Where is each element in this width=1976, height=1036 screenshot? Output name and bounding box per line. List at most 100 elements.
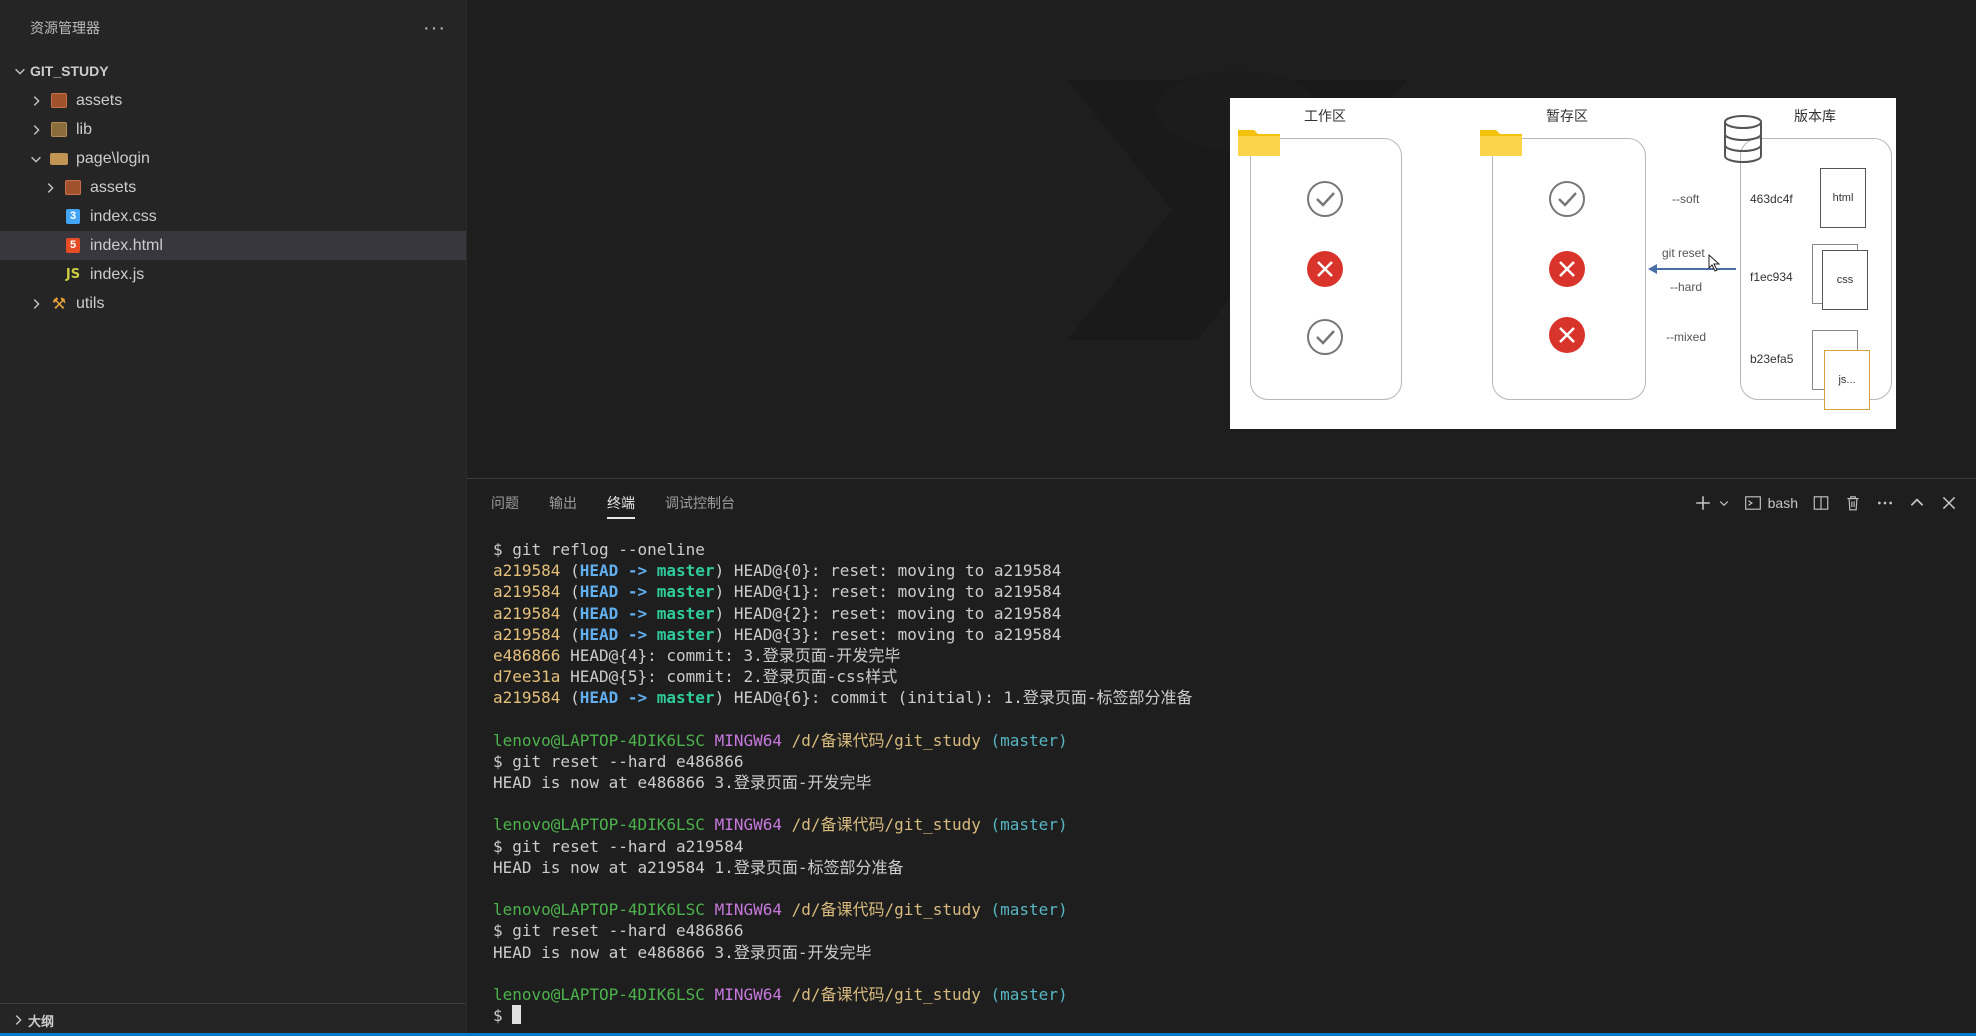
chevron-right-icon (26, 123, 46, 137)
prompt-path: /d/备课代码/git_study (791, 730, 981, 750)
commit-hash: a219584 (493, 603, 561, 623)
prompt-user: lenovo@LAPTOP-4DIK6LSC (493, 900, 705, 920)
prompt-user: lenovo@LAPTOP-4DIK6LSC (493, 815, 705, 835)
tree-item-label: assets (76, 91, 123, 109)
chevron-down-icon (10, 64, 30, 78)
more-actions-icon[interactable]: ··· (423, 17, 446, 40)
output-text: HEAD is now at e486866 3.登录页面-开发完毕 (493, 773, 872, 793)
kill-terminal-button[interactable] (1844, 494, 1862, 512)
file-tree: assets lib page\login assets 3 index.css 5 inde… (0, 86, 466, 318)
ellipsis-icon (1878, 501, 1892, 505)
document-label: css (1836, 274, 1854, 286)
reflog-message: HEAD@{1}: reset: moving to a219584 (724, 582, 1062, 602)
more-actions-icon[interactable] (1876, 494, 1894, 512)
output-text: HEAD is now at a219584 1.登录页面-标签部分准备 (493, 857, 904, 877)
prompt-env: MINGW64 (714, 984, 782, 1004)
terminal-shell-selector[interactable]: bash (1744, 494, 1798, 512)
tree-item[interactable]: assets (0, 86, 466, 115)
chevron-up-icon (1910, 498, 1924, 506)
split-icon (1813, 496, 1829, 510)
prompt-branch: (master) (990, 984, 1068, 1004)
reflog-message: HEAD@{6}: commit (initial): 1.登录页面-标签部分准… (724, 688, 1193, 708)
reflog-line: a219584 (HEAD -> master) HEAD@{6}: commi… (493, 688, 1193, 708)
trash-icon (1847, 496, 1859, 511)
tab-output[interactable]: 输出 (549, 479, 577, 527)
ref-branch: master (656, 561, 715, 581)
outline-section[interactable]: 大纲 (0, 1003, 466, 1036)
text-cursor (512, 1005, 522, 1025)
chevron-right-icon (26, 94, 46, 108)
folder-icon (1480, 130, 1522, 156)
ref-head: HEAD (579, 561, 619, 581)
prompt-env: MINGW64 (714, 730, 782, 750)
zone-label-staging: 暂存区 (1546, 108, 1588, 124)
command-text: $ git reflog --oneline (493, 540, 705, 559)
ref-branch: master (656, 688, 715, 708)
option-mixed: --mixed (1666, 330, 1707, 344)
option-git-reset: git reset (1662, 246, 1705, 260)
panel-actions: bash (1694, 479, 1958, 527)
tab-debug-console[interactable]: 调试控制台 (665, 479, 735, 527)
prompt-branch: (master) (990, 815, 1068, 835)
folder-open-icon (46, 152, 72, 165)
close-panel-button[interactable] (1940, 494, 1958, 512)
check-icon (1307, 181, 1343, 217)
terminal-icon (1744, 496, 1761, 510)
tab-terminal[interactable]: 终端 (607, 479, 635, 527)
tree-item[interactable]: 5 index.html (0, 231, 466, 260)
plus-icon (1695, 496, 1710, 510)
option-soft: --soft (1672, 192, 1700, 206)
commit-hash: d7ee31a (493, 667, 561, 687)
ref-arrow: -> (618, 582, 657, 602)
prompt-line: lenovo@LAPTOP-4DIK6LSC MINGW64 /d/备课代码/g… (493, 984, 1956, 1005)
ref-arrow: -> (618, 561, 657, 581)
commit-hash: a219584 (493, 624, 561, 644)
ref-arrow: -> (618, 624, 657, 644)
tree-item[interactable]: 3 index.css (0, 202, 466, 231)
prompt-user: lenovo@LAPTOP-4DIK6LSC (493, 730, 705, 750)
prompt-line: lenovo@LAPTOP-4DIK6LSC MINGW64 /d/备课代码/g… (493, 899, 1956, 920)
tree-item-label: index.js (90, 265, 145, 283)
option-hard: --hard (1670, 280, 1703, 294)
reflog-message: HEAD@{5}: commit: 2.登录页面-css样式 (560, 667, 898, 687)
tree-item[interactable]: lib (0, 115, 466, 144)
tree-item[interactable]: page\login (0, 144, 466, 173)
reset-arrow-icon (1648, 264, 1736, 274)
commit-hash: e486866 (493, 645, 561, 665)
chevron-down-icon (26, 152, 46, 166)
prompt-path: /d/备课代码/git_study (791, 900, 981, 920)
split-terminal-button[interactable] (1812, 494, 1830, 512)
tree-item[interactable]: ⚒ utils (0, 289, 466, 318)
tree-item-label: utils (76, 294, 105, 312)
reflog-message: HEAD@{3}: reset: moving to a219584 (724, 624, 1062, 644)
tree-item-label: lib (76, 120, 93, 138)
maximize-panel-button[interactable] (1908, 494, 1926, 512)
tree-item[interactable]: assets (0, 173, 466, 202)
workspace-root-label: GIT_STUDY (30, 63, 109, 79)
ref-branch: master (656, 582, 715, 602)
terminal-output[interactable]: $ git reflog --oneline a219584 (HEAD -> m… (493, 539, 1956, 1026)
js-file-icon: JS (65, 267, 81, 282)
tab-problems[interactable]: 问题 (491, 479, 519, 527)
tree-item[interactable]: JS index.js (0, 260, 466, 289)
css-document-icon: css (1822, 250, 1868, 310)
commit-hash: f1ec934 (1750, 270, 1793, 284)
ref-arrow: -> (618, 603, 657, 623)
html-document-icon: html (1820, 168, 1866, 228)
utils-folder-icon: ⚒ (51, 295, 67, 313)
ref-branch: master (656, 603, 715, 623)
commit-hash: a219584 (493, 561, 561, 581)
prompt-user: lenovo@LAPTOP-4DIK6LSC (493, 984, 705, 1004)
close-icon (1942, 496, 1956, 510)
js-document-icon: js... (1824, 350, 1870, 410)
ref-arrow: -> (618, 688, 657, 708)
ref-branch: master (656, 624, 715, 644)
command-line: $ git reset --hard a219584 (493, 836, 1956, 857)
input-line: $ (493, 1005, 1956, 1026)
workspace-root[interactable]: GIT_STUDY (0, 56, 466, 86)
new-terminal-button[interactable] (1694, 494, 1730, 512)
prompt-path: /d/备课代码/git_study (791, 984, 981, 1004)
